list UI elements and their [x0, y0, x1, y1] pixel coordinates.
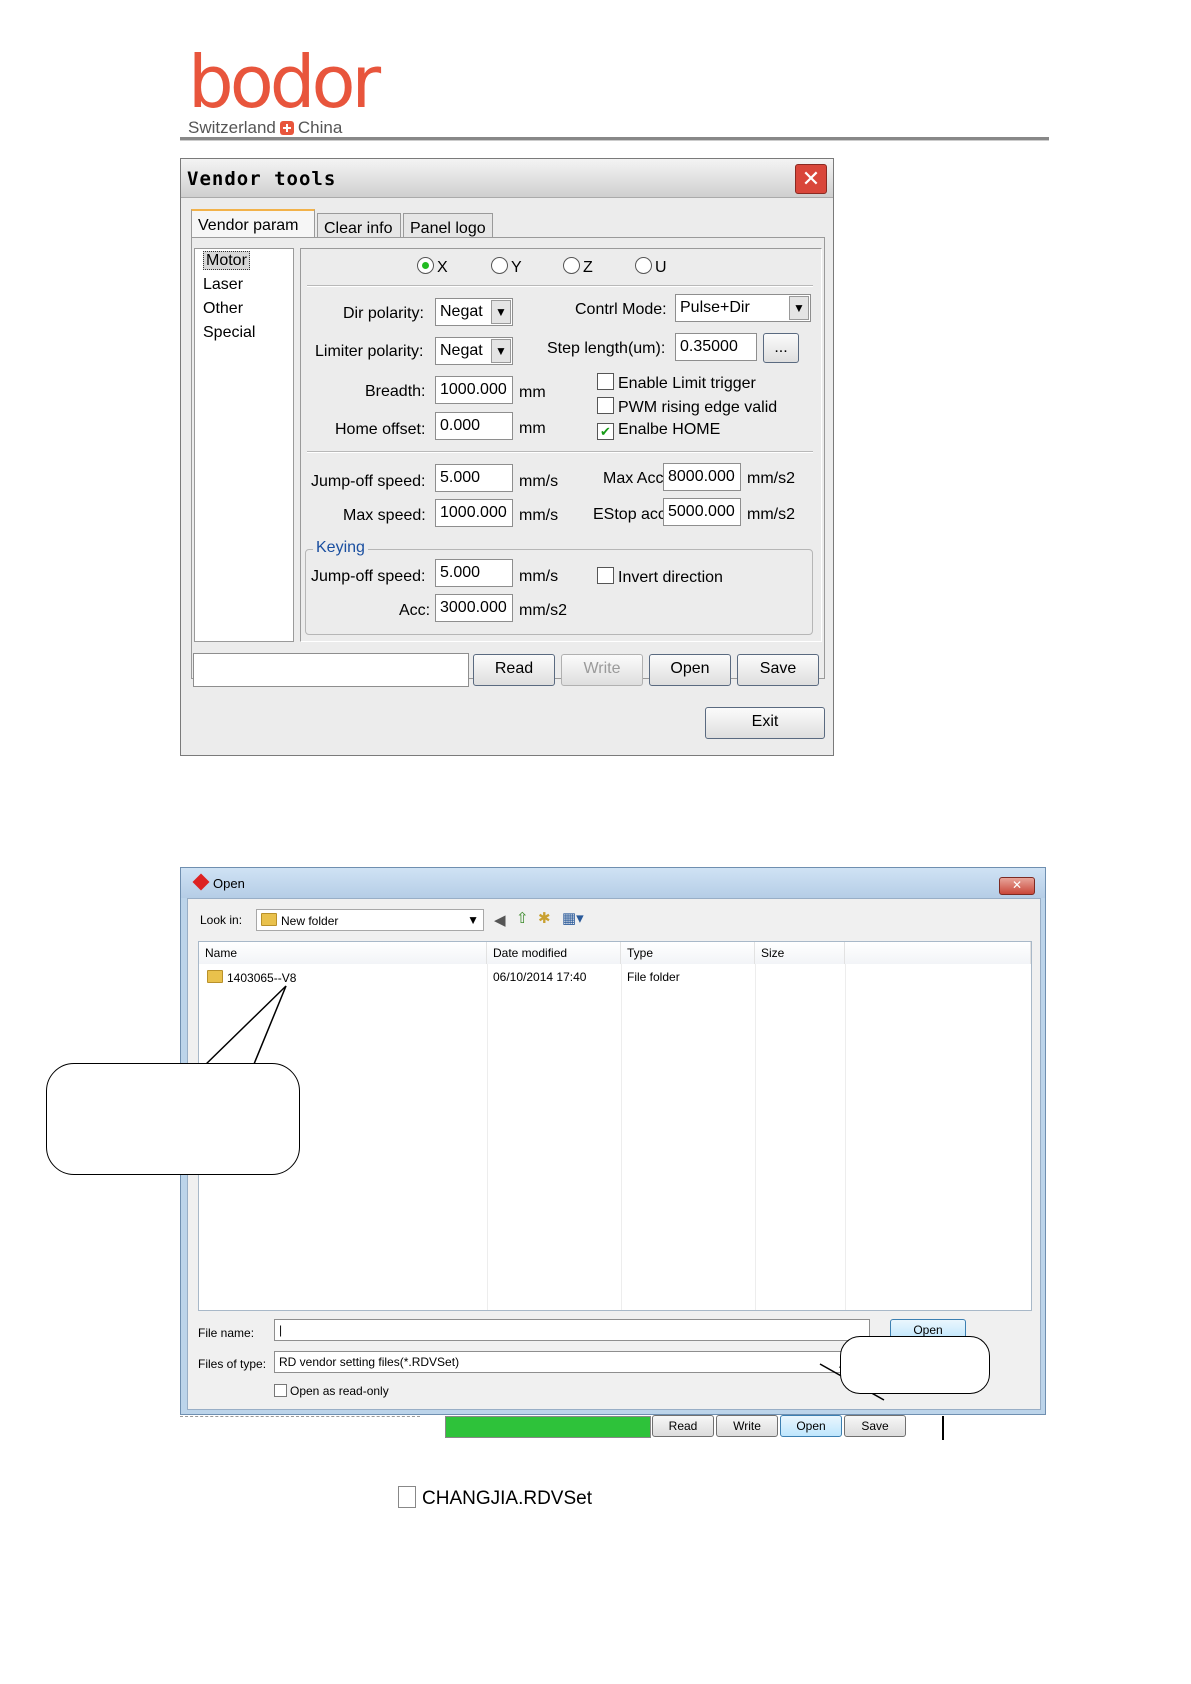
- home-offset-unit: mm: [519, 420, 546, 437]
- list-item-motor[interactable]: Motor: [195, 249, 293, 273]
- keying-acc-label: Acc:: [399, 602, 431, 619]
- radio-off-icon: [563, 257, 580, 274]
- enable-limit-trigger-checkbox[interactable]: Enable Limit trigger: [597, 373, 756, 393]
- look-in-label: Look in:: [200, 913, 243, 927]
- dir-polarity-label: Dir polarity:: [343, 305, 424, 322]
- jump-off-speed-input[interactable]: 5.000: [435, 464, 513, 492]
- estop-acc-label: EStop acc:: [593, 506, 671, 523]
- keying-jump-off-speed-input[interactable]: 5.000: [435, 559, 513, 587]
- read-button[interactable]: Read: [473, 654, 555, 686]
- keying-jump-off-speed-label: Jump-off speed:: [311, 568, 426, 585]
- breadth-unit: mm: [519, 384, 546, 401]
- radio-axis-z[interactable]: Z: [563, 257, 593, 277]
- exit-button[interactable]: Exit: [705, 707, 825, 739]
- motor-settings: X Y Z U Dir polarity: Negat ▼ Limiter pol…: [300, 248, 822, 642]
- close-icon[interactable]: ✕: [795, 164, 827, 194]
- home-offset-input[interactable]: 0.000: [435, 412, 513, 440]
- keying-title: Keying: [313, 539, 368, 557]
- look-in-select[interactable]: New folder ▼: [256, 909, 484, 931]
- radio-axis-x[interactable]: X: [417, 257, 448, 277]
- app-icon: [192, 873, 210, 891]
- radio-axis-u[interactable]: U: [635, 257, 667, 277]
- checkbox-icon: [597, 567, 614, 584]
- checkmark-icon: ✔: [597, 423, 614, 440]
- breadth-input[interactable]: 1000.000: [435, 376, 513, 404]
- logo-sub-right: China: [297, 118, 343, 137]
- limiter-polarity-label: Limiter polarity:: [315, 343, 424, 360]
- open-button[interactable]: Open: [649, 654, 731, 686]
- contrl-mode-select[interactable]: Pulse+Dir ▼: [675, 294, 811, 322]
- callout-bubble-large: [46, 1063, 300, 1175]
- invert-direction-checkbox[interactable]: Invert direction: [597, 567, 723, 587]
- max-speed-input[interactable]: 1000.000: [435, 499, 513, 527]
- home-offset-label: Home offset:: [335, 421, 426, 438]
- file-caption: CHANGJIA.RDVSet: [398, 1486, 592, 1510]
- step-length-label: Step length(um):: [547, 340, 666, 357]
- vendor-tools-dialog: Vendor tools ✕ Vendor param Clear info P…: [180, 158, 834, 756]
- checkbox-icon: [597, 373, 614, 390]
- swiss-cross-icon: [279, 121, 294, 135]
- list-item-other[interactable]: Other: [195, 297, 293, 321]
- keying-acc-input[interactable]: 3000.000: [435, 594, 513, 622]
- bodor-logo: bodor Switzerland China: [188, 40, 381, 138]
- radio-off-icon: [635, 257, 652, 274]
- folder-icon: [261, 913, 277, 926]
- enable-home-checkbox[interactable]: ✔ Enalbe HOME: [597, 421, 720, 440]
- back-icon[interactable]: ◀: [494, 911, 506, 929]
- step-length-input[interactable]: 0.35000: [675, 333, 757, 361]
- radio-off-icon: [491, 257, 508, 274]
- breadth-label: Breadth:: [365, 383, 426, 400]
- status-field[interactable]: [193, 653, 469, 687]
- up-folder-icon[interactable]: ⇧: [516, 909, 529, 927]
- separator: [307, 451, 813, 453]
- logo-brand: bodor: [188, 40, 381, 124]
- write-button[interactable]: Write: [561, 654, 643, 686]
- max-acc-label: Max Acc:: [603, 470, 668, 487]
- keying-jump-off-speed-unit: mm/s: [519, 568, 559, 585]
- chevron-down-icon: ▼: [491, 339, 511, 363]
- estop-acc-unit: mm/s2: [747, 506, 795, 523]
- dialog-titlebar: Open ✕: [181, 868, 1045, 898]
- max-acc-unit: mm/s2: [747, 470, 795, 487]
- dir-polarity-select[interactable]: Negat ▼: [435, 298, 513, 326]
- separator: [307, 285, 813, 287]
- callout-bubble-small: [840, 1336, 990, 1394]
- close-icon[interactable]: ✕: [999, 877, 1035, 895]
- dialog-title: Vendor tools: [187, 168, 337, 190]
- pwm-rising-edge-checkbox[interactable]: PWM rising edge valid: [597, 397, 777, 417]
- chevron-down-icon: ▼: [467, 913, 479, 927]
- save-button[interactable]: Save: [737, 654, 819, 686]
- checkbox-icon: [597, 397, 614, 414]
- dialog-titlebar: Vendor tools ✕: [181, 159, 833, 198]
- keying-group: [305, 549, 813, 635]
- new-folder-icon[interactable]: ✱: [538, 909, 551, 927]
- file-icon: [398, 1486, 416, 1508]
- estop-acc-input[interactable]: 5000.000: [663, 498, 741, 526]
- dialog-title: Open: [213, 876, 245, 891]
- vendor-param-panel: Motor Laser Other Special X Y Z U Dir po…: [191, 237, 825, 679]
- jump-off-speed-label: Jump-off speed:: [311, 473, 426, 490]
- list-item-laser[interactable]: Laser: [195, 273, 293, 297]
- radio-on-icon: [417, 257, 434, 274]
- radio-axis-y[interactable]: Y: [491, 257, 522, 277]
- contrl-mode-label: Contrl Mode:: [575, 301, 667, 318]
- jump-off-speed-unit: mm/s: [519, 473, 559, 490]
- logo-sub-left: Switzerland: [188, 118, 276, 137]
- category-list[interactable]: Motor Laser Other Special: [194, 248, 294, 642]
- keying-acc-unit: mm/s2: [519, 602, 567, 619]
- file-caption-text: CHANGJIA.RDVSet: [422, 1488, 592, 1509]
- header-rule: [180, 137, 1049, 141]
- max-speed-label: Max speed:: [343, 507, 426, 524]
- chevron-down-icon: ▼: [789, 296, 809, 320]
- list-item-special[interactable]: Special: [195, 321, 293, 345]
- limiter-polarity-select[interactable]: Negat ▼: [435, 337, 513, 365]
- view-menu-icon[interactable]: ▦▾: [562, 909, 584, 927]
- max-speed-unit: mm/s: [519, 507, 559, 524]
- chevron-down-icon: ▼: [491, 300, 511, 324]
- step-length-browse-button[interactable]: ...: [763, 333, 799, 363]
- max-acc-input[interactable]: 8000.000: [663, 463, 741, 491]
